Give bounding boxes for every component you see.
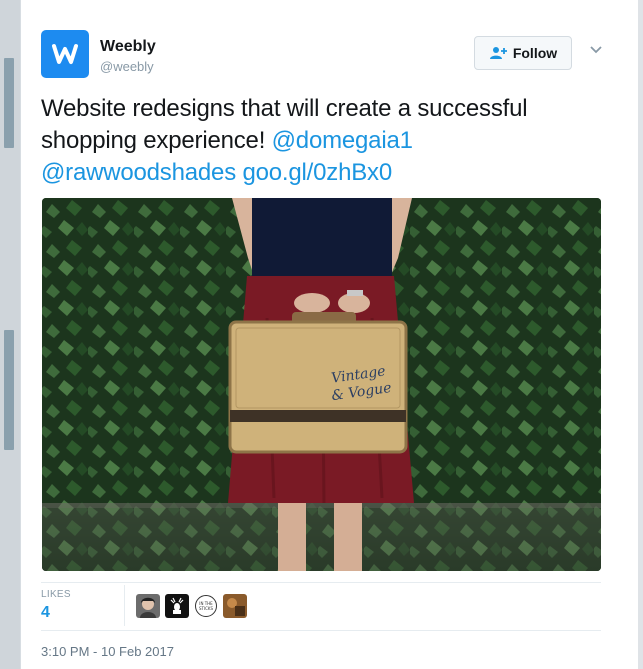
tweet-card: Weebly @weebly Follow Website redesigns … <box>20 0 638 669</box>
add-user-icon <box>489 47 507 59</box>
account-avatar[interactable] <box>41 30 89 78</box>
liker-avatars: IN THE STICKS <box>136 594 247 618</box>
tweet-photo[interactable]: Vintage & Vogue <box>42 198 601 571</box>
likes-count[interactable]: 4 <box>41 604 50 622</box>
tweet-link[interactable]: goo.gl/0zhBx0 <box>242 159 392 186</box>
liker-avatar-deer[interactable] <box>165 594 189 618</box>
tweet-text: Website redesigns that will create a suc… <box>41 93 611 189</box>
mention-domegaia1[interactable]: @domegaia1 <box>272 127 413 154</box>
chevron-down-icon[interactable] <box>588 44 604 56</box>
stats-separator <box>124 585 125 626</box>
liker-avatar-in-the-sticks[interactable]: IN THE STICKS <box>194 594 218 618</box>
follow-button[interactable]: Follow <box>474 36 572 70</box>
account-handle[interactable]: @weebly <box>100 59 154 74</box>
mention-rawwoodshades[interactable]: @rawwoodshades <box>41 159 236 186</box>
liker-avatar-photo[interactable] <box>223 594 247 618</box>
stats-divider-top <box>41 582 601 583</box>
likes-label: LIKES <box>41 589 71 600</box>
follow-button-label: Follow <box>512 45 558 61</box>
account-name[interactable]: Weebly <box>100 38 156 56</box>
background-strip <box>0 0 20 669</box>
svg-text:STICKS: STICKS <box>199 606 214 611</box>
weebly-logo-icon <box>52 44 78 64</box>
liker-avatar-person[interactable] <box>136 594 160 618</box>
tweet-timestamp[interactable]: 3:10 PM - 10 Feb 2017 <box>41 644 174 659</box>
stats-divider-bottom <box>41 630 601 631</box>
